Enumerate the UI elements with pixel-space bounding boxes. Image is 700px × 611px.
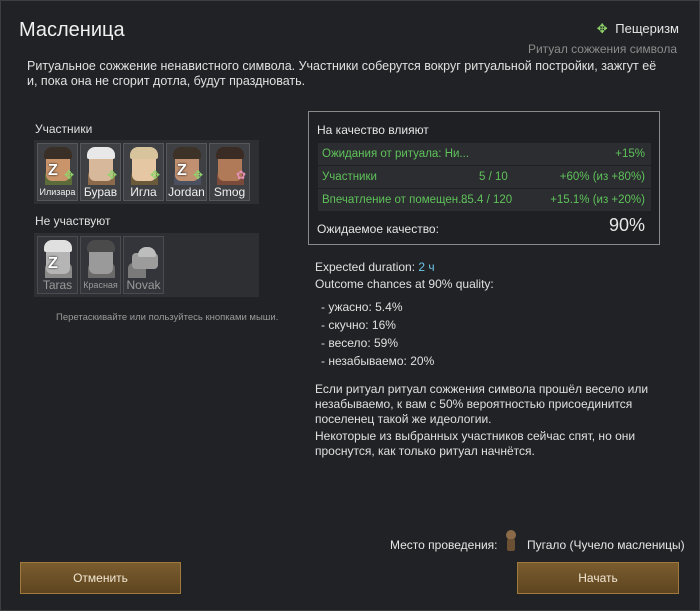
pawn-name: Игла	[130, 185, 157, 199]
participant-pawn[interactable]: ✥ Бурав	[80, 143, 121, 201]
factor-effect: +60% (из +80%)	[559, 171, 645, 183]
drag-hint: Перетаскивайте или пользуйтесь кнопками …	[56, 312, 279, 323]
scarecrow-icon[interactable]	[504, 529, 518, 553]
dialog-title: Масленица	[19, 19, 125, 41]
venue-label: Место проведения:	[390, 538, 498, 552]
duration-value: 2 ч	[418, 260, 435, 274]
sleeping-icon: Z	[48, 162, 58, 179]
participants-label: Участники	[35, 122, 93, 136]
factor-value: 5 / 10	[479, 171, 508, 183]
sleeping-note: Некоторые из выбранных участников сейчас…	[315, 429, 636, 458]
outcome-item: - весело: 59%	[321, 336, 399, 350]
ritual-description: Ритуальное сожжение ненавистного символа…	[27, 59, 657, 88]
pawn-name: Бурав	[83, 185, 118, 199]
ideology-icon: ✿	[235, 168, 246, 182]
pawn-name: Jordan	[168, 185, 205, 199]
participants-list: Z ✥ Илизара ✥ Бурав ✥ Игла Z ✥ Jordan ✿ …	[34, 140, 259, 204]
factor-name: Впечатление от помещен...	[322, 194, 468, 206]
factor-name: Участники	[322, 171, 377, 183]
expected-quality-label: Ожидаемое качество:	[317, 222, 439, 236]
quality-factor-row: Участники 5 / 10 +60% (из +80%)	[318, 166, 651, 188]
factor-effect: +15.1% (из +20%)	[550, 194, 645, 206]
ideology-icon: ✥	[63, 168, 74, 182]
sleeping-icon: Z	[177, 162, 187, 179]
factor-name: Ожидания от ритуала: Ни...	[322, 148, 470, 160]
participant-pawn[interactable]: Z ✥ Илизара	[37, 143, 78, 201]
quality-factor-row: Впечатление от помещен... 85.4 / 120 +15…	[318, 189, 651, 211]
venue-name: Пугало (Чучело масленицы)	[527, 538, 685, 552]
duration-label: Expected duration:	[315, 260, 416, 274]
ideology-icon: ✥	[192, 168, 203, 182]
ideology-name: Пещеризм	[615, 21, 679, 36]
pawn-name: Smog	[213, 185, 246, 199]
pawn-name: Красная	[83, 280, 118, 290]
non-participant-pawn[interactable]: Z Taras	[37, 236, 78, 294]
ideology-icon: ✥	[106, 168, 117, 182]
outcome-chances-label: Outcome chances at 90% quality:	[315, 277, 494, 291]
ideology-icon: ✥	[596, 20, 608, 36]
conversion-note: Если ритуал ритуал сожжения символа прош…	[315, 382, 649, 426]
factor-value: 85.4 / 120	[461, 194, 513, 206]
expected-quality-value: 90%	[608, 215, 645, 235]
ritual-dialog: Масленица ✥ Пещеризм Ритуал сожжения сим…	[0, 0, 700, 611]
start-button[interactable]: Начать	[517, 562, 679, 594]
non-participant-pawn[interactable]: Красная	[80, 236, 121, 294]
ideology-icon: ✥	[149, 168, 160, 182]
quality-factors-box: На качество влияют Ожидания от ритуала: …	[308, 111, 660, 245]
participant-pawn[interactable]: Z ✥ Jordan	[166, 143, 207, 201]
outcome-item: - ужасно: 5.4%	[321, 300, 403, 314]
quality-factors-title: На качество влияют	[317, 123, 429, 137]
outcome-item: - скучно: 16%	[321, 318, 396, 332]
pawn-name: Илизара	[39, 187, 76, 197]
quality-factor-row: Ожидания от ритуала: Ни... +15%	[318, 143, 651, 165]
outcome-item: - незабываемо: 20%	[321, 354, 435, 368]
ritual-name: Ритуал сожжения символа	[527, 42, 677, 56]
sleeping-icon: Z	[48, 255, 58, 272]
expected-duration: Expected duration: 2 ч	[315, 260, 435, 274]
non-participants-label: Не участвуют	[35, 214, 111, 228]
participant-pawn[interactable]: ✥ Игла	[123, 143, 164, 201]
ideology-link[interactable]: ✥ Пещеризм	[595, 21, 679, 36]
pawn-name: Novak	[126, 278, 161, 292]
pawn-name: Taras	[42, 278, 73, 292]
non-participants-list: Z Taras Красная Novak	[34, 233, 259, 297]
cancel-button[interactable]: Отменить	[20, 562, 181, 594]
factor-effect: +15%	[615, 148, 645, 160]
participant-pawn[interactable]: ✿ Smog	[209, 143, 250, 201]
non-participant-pawn[interactable]: Novak	[123, 236, 164, 294]
